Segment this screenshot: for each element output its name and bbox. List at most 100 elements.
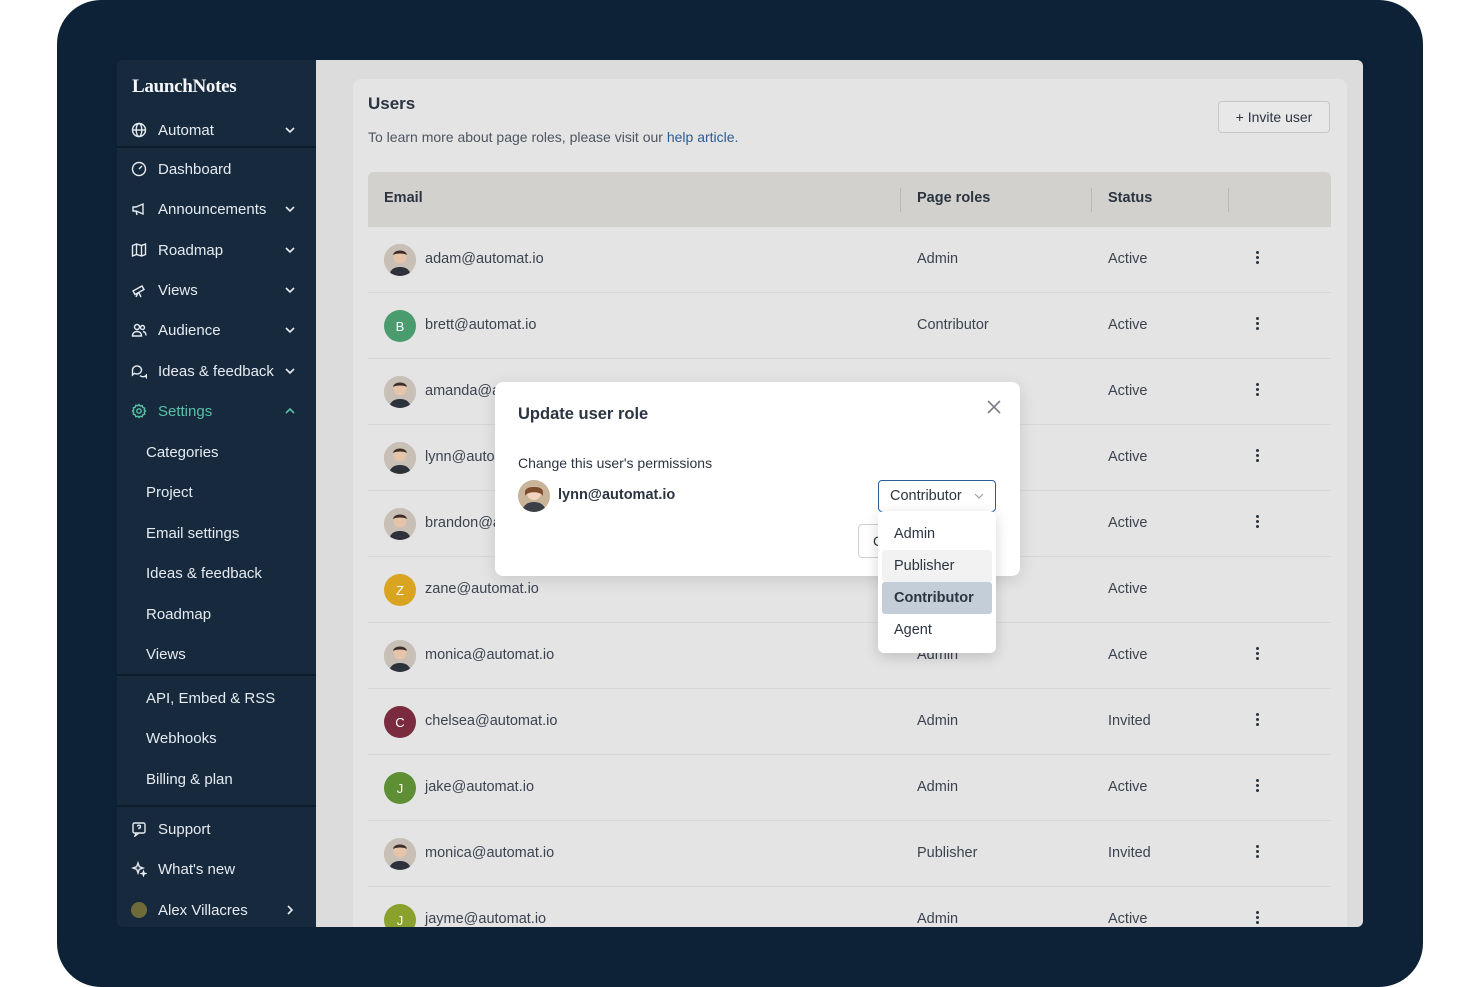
permissions-label: Change this user's permissions (518, 455, 713, 471)
avatar (130, 901, 148, 919)
user-email: brett@automat.io (425, 317, 537, 333)
user-status: Active (1108, 317, 1148, 333)
app-logo: LaunchNotes (132, 76, 237, 97)
column-header-page-roles: Page roles (917, 190, 991, 206)
sidebar-item-ideas-feedback[interactable]: Ideas & feedback (117, 354, 316, 388)
user-role: Admin (917, 911, 959, 927)
settings-item-views[interactable]: Views (146, 639, 186, 669)
chevron-right-icon (287, 905, 294, 915)
settings-item-api-embed-rss[interactable]: API, Embed & RSS (146, 683, 275, 713)
user-role: Publisher (917, 845, 978, 861)
map-icon (130, 241, 148, 259)
role-option-contributor[interactable]: Contributor (882, 582, 992, 614)
invite-user-button[interactable]: + Invite user (1218, 101, 1330, 133)
avatar: J (384, 772, 416, 804)
user-status: Active (1108, 647, 1148, 663)
avatar (384, 442, 416, 474)
sidebar-item-settings[interactable]: Settings (117, 394, 316, 428)
modal-title: Update user role (518, 405, 649, 423)
role-select[interactable]: Contributor (878, 480, 996, 512)
close-icon[interactable] (985, 398, 1003, 416)
avatar: J (384, 904, 416, 927)
sidebar-item-label: Audience (158, 321, 221, 339)
sidebar-item-announcements[interactable]: Announcements (117, 192, 316, 226)
more-options-icon[interactable] (1253, 777, 1261, 797)
more-options-icon[interactable] (1253, 645, 1261, 665)
app-window: LaunchNotes Automat Dashboard Announceme… (117, 60, 1363, 927)
sidebar-item-whats-new[interactable]: What's new (117, 852, 316, 886)
settings-item-email-settings[interactable]: Email settings (146, 518, 239, 548)
role-option-agent[interactable]: Agent (882, 614, 992, 646)
gear-icon (130, 402, 148, 420)
table-row: Bbrett@automat.io Contributor Active (368, 293, 1331, 359)
more-options-icon[interactable] (1253, 909, 1261, 927)
chevron-down-icon (285, 368, 295, 375)
more-options-icon[interactable] (1253, 513, 1261, 533)
sidebar-item-audience[interactable]: Audience (117, 313, 316, 347)
sidebar-item-dashboard[interactable]: Dashboard (117, 152, 316, 186)
user-status: Active (1108, 779, 1148, 795)
help-article-link[interactable]: help article. (667, 129, 739, 145)
avatar (384, 838, 416, 870)
page-title: Users (368, 94, 416, 113)
user-email: adam@automat.io (425, 251, 544, 267)
user-email: monica@automat.io (425, 647, 555, 663)
role-option-admin[interactable]: Admin (882, 518, 992, 550)
settings-item-webhooks[interactable]: Webhooks (146, 723, 217, 753)
workspace-switcher[interactable]: Automat (117, 113, 316, 147)
user-email: monica@automat.io (425, 845, 555, 861)
sidebar-item-label: Roadmap (158, 241, 224, 259)
user-email: chelsea@automat.io (425, 713, 558, 729)
avatar (518, 480, 550, 512)
sidebar-item-label: Support (158, 820, 211, 838)
table-row: Jjayme@automat.io Admin Active (368, 887, 1331, 927)
more-options-icon[interactable] (1253, 711, 1261, 731)
user-status: Active (1108, 383, 1148, 399)
settings-item-project[interactable]: Project (146, 477, 193, 507)
more-options-icon[interactable] (1253, 843, 1261, 863)
user-email: zane@automat.io (425, 581, 539, 597)
more-options-icon[interactable] (1253, 381, 1261, 401)
sidebar-divider (117, 674, 316, 676)
sparkle-icon (130, 860, 148, 878)
sidebar-item-views[interactable]: Views (117, 273, 316, 307)
more-options-icon[interactable] (1253, 447, 1261, 467)
settings-item-ideas-feedback[interactable]: Ideas & feedback (146, 558, 262, 588)
user-role: Admin (917, 713, 959, 729)
more-options-icon[interactable] (1253, 249, 1261, 269)
sidebar-item-roadmap[interactable]: Roadmap (117, 233, 316, 267)
table-header: Email Page roles Status (368, 172, 1331, 227)
globe-icon (130, 121, 148, 139)
settings-item-categories[interactable]: Categories (146, 437, 219, 467)
user-email: jake@automat.io (425, 779, 535, 795)
table-row: monica@automat.io Publisher Invited (368, 821, 1331, 887)
user-menu[interactable]: Alex Villacres (117, 893, 316, 927)
user-role: Admin (917, 251, 959, 267)
chevron-up-icon (285, 407, 295, 414)
avatar (384, 244, 416, 276)
sidebar-item-support[interactable]: Support (117, 812, 316, 846)
avatar (384, 376, 416, 408)
table-row: Cchelsea@automat.io Admin Invited (368, 689, 1331, 755)
sidebar-item-label: Announcements (158, 200, 267, 218)
sidebar-item-label: Dashboard (158, 160, 232, 178)
settings-item-roadmap[interactable]: Roadmap (146, 599, 211, 629)
more-options-icon[interactable] (1253, 315, 1261, 335)
sidebar-divider (117, 146, 316, 148)
dashboard-icon (130, 160, 148, 178)
cancel-button[interactable]: C (858, 524, 880, 558)
role-select-value: Contributor (890, 488, 962, 504)
role-option-publisher[interactable]: Publisher (882, 550, 992, 582)
avatar: C (384, 706, 416, 738)
chevron-down-icon (285, 287, 295, 294)
role-dropdown: Admin Publisher Contributor Agent (878, 511, 996, 653)
settings-item-billing-plan[interactable]: Billing & plan (146, 764, 233, 794)
sidebar-item-label: Ideas & feedback (158, 362, 274, 380)
user-email: jayme@automat.io (425, 911, 547, 927)
column-header-status: Status (1108, 190, 1153, 206)
chevron-down-icon (285, 206, 295, 213)
table-row: adam@automat.io Admin Active (368, 227, 1331, 293)
page-subtitle: To learn more about page roles, please v… (368, 129, 738, 145)
users-icon (130, 321, 148, 339)
user-role: Admin (917, 779, 959, 795)
